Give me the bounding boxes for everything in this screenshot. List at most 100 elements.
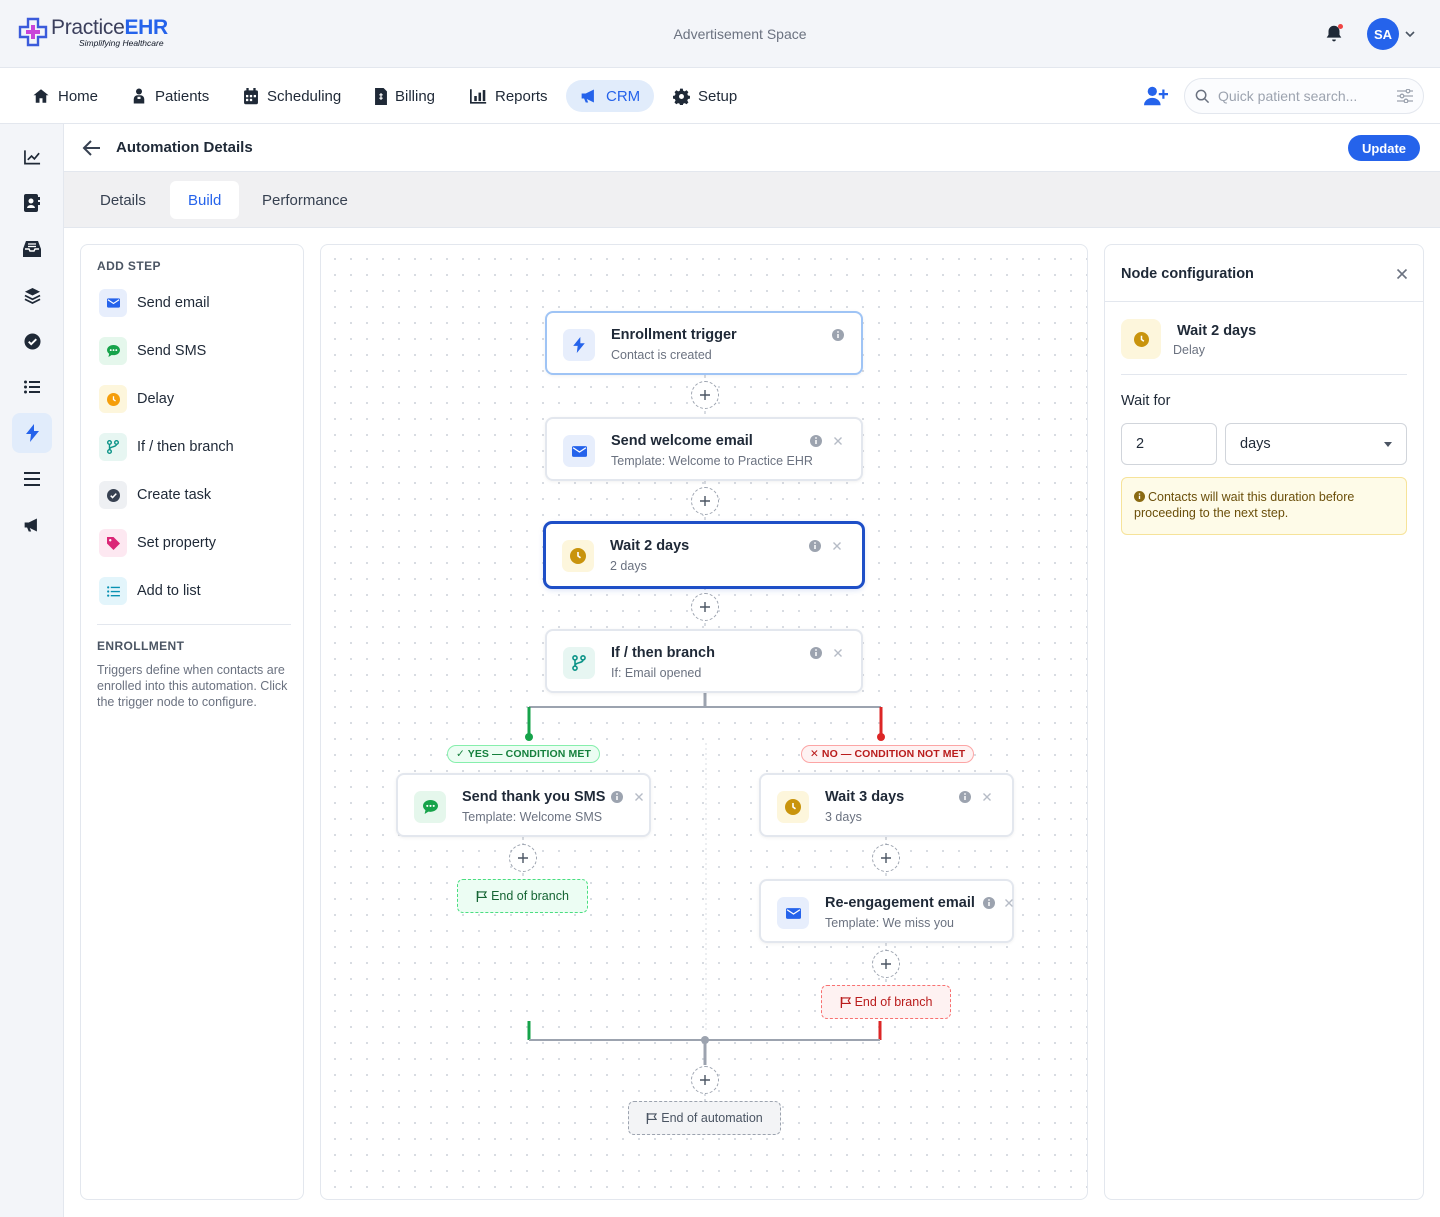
end-of-branch-yes: End of branch [457, 879, 588, 913]
close-icon[interactable] [980, 790, 994, 804]
plus-icon [700, 1075, 710, 1085]
info-icon[interactable] [809, 646, 823, 660]
wait-duration-input[interactable] [1121, 423, 1217, 465]
info-icon[interactable] [831, 328, 845, 342]
trigger-node[interactable]: Enrollment trigger Contact is created [545, 311, 863, 375]
user-avatar[interactable]: SA [1367, 18, 1399, 50]
list-icon [106, 585, 120, 597]
tab-build[interactable]: Build [170, 181, 240, 219]
re-engagement-email-node[interactable]: Re-engagement email Template: We miss yo… [759, 879, 1014, 943]
step-add-to-list[interactable]: Add to list [99, 575, 289, 607]
add-step-plus-button[interactable] [691, 381, 719, 409]
close-icon[interactable] [831, 434, 845, 448]
nav-setup[interactable]: Setup [659, 80, 751, 112]
filter-sliders-icon[interactable] [1397, 89, 1413, 103]
step-label: If / then branch [137, 439, 234, 455]
rail-menu[interactable] [12, 459, 52, 499]
rail-campaigns[interactable] [12, 505, 52, 545]
plus-icon [700, 602, 710, 612]
step-send-email[interactable]: Send email [99, 287, 289, 319]
step-branch[interactable]: If / then branch [99, 431, 289, 463]
selected-node-type: Delay [1173, 343, 1205, 357]
back-arrow-icon[interactable] [82, 138, 102, 158]
info-icon[interactable] [982, 896, 996, 910]
node-subtitle: Contact is created [611, 348, 712, 362]
if-then-branch-node[interactable]: If / then branch If: Email opened [545, 629, 863, 693]
delay-node-icon [1121, 319, 1161, 359]
tab-details[interactable]: Details [82, 181, 164, 219]
node-subtitle: If: Email opened [611, 666, 702, 680]
rail-inbox[interactable] [12, 229, 52, 269]
rail-contacts[interactable] [12, 183, 52, 223]
tab-performance[interactable]: Performance [244, 181, 366, 219]
home-icon [33, 89, 49, 103]
add-step-plus-button[interactable] [509, 844, 537, 872]
node-subtitle: 3 days [825, 810, 862, 824]
close-icon[interactable] [632, 790, 646, 804]
enrollment-heading: ENROLLMENT [97, 639, 185, 653]
step-label: Send SMS [137, 343, 207, 359]
add-step-plus-button[interactable] [691, 1066, 719, 1094]
step-label: Create task [137, 487, 212, 503]
step-set-property[interactable]: Set property [99, 527, 289, 559]
node-title: Send thank you SMS [462, 789, 606, 805]
unit-value: days [1240, 436, 1271, 452]
rail-tasks[interactable] [12, 321, 52, 361]
nav-billing[interactable]: Billing [361, 80, 449, 112]
update-button[interactable]: Update [1348, 135, 1420, 161]
wait-3-days-node[interactable]: Wait 3 days 3 days [759, 773, 1014, 837]
add-step-plus-button[interactable] [872, 844, 900, 872]
node-title: Re-engagement email [825, 895, 975, 911]
patient-icon [133, 88, 145, 104]
add-step-plus-button[interactable] [872, 950, 900, 978]
nav-scheduling[interactable]: Scheduling [229, 80, 355, 112]
search-input[interactable] [1218, 88, 1388, 104]
step-delay[interactable]: Delay [99, 383, 289, 415]
add-step-heading: ADD STEP [97, 259, 161, 273]
workflow-canvas[interactable]: Enrollment trigger Contact is created Se… [320, 244, 1088, 1200]
envelope-icon [785, 907, 801, 919]
info-icon[interactable] [808, 539, 822, 553]
wait-unit-select[interactable]: days [1225, 423, 1407, 465]
send-email-node[interactable]: Send welcome email Template: Welcome to … [545, 417, 863, 481]
notification-bell-icon[interactable] [1323, 23, 1345, 45]
flag-icon [840, 996, 851, 1008]
envelope-icon [571, 445, 587, 457]
nav-patients[interactable]: Patients [117, 80, 223, 112]
add-step-plus-button[interactable] [691, 487, 719, 515]
nav-crm[interactable]: CRM [566, 80, 655, 112]
nav-reports[interactable]: Reports [456, 80, 562, 112]
config-header: Node configuration [1105, 245, 1423, 302]
close-icon[interactable] [830, 539, 844, 553]
close-icon[interactable] [831, 646, 845, 660]
calendar-icon [244, 87, 258, 104]
rail-lists[interactable] [12, 367, 52, 407]
branch-icon [107, 440, 119, 454]
close-icon[interactable] [1002, 896, 1016, 910]
step-send-sms[interactable]: Send SMS [99, 335, 289, 367]
left-rail [0, 124, 64, 1217]
step-create-task[interactable]: Create task [99, 479, 289, 511]
chevron-down-icon[interactable] [1404, 28, 1416, 40]
close-icon[interactable] [1395, 267, 1409, 281]
wait-node-selected[interactable]: Wait 2 days 2 days [544, 522, 864, 588]
no-branch-label: ✕ NO — CONDITION NOT MET [801, 745, 975, 763]
delay-info-note: Contacts will wait this duration before … [1121, 477, 1407, 535]
envelope-icon [106, 298, 120, 308]
info-icon[interactable] [610, 790, 624, 804]
rail-layers[interactable] [12, 275, 52, 315]
nav-home[interactable]: Home [18, 80, 112, 112]
add-patient-icon[interactable] [1144, 85, 1168, 107]
end-label: End of branch [854, 995, 933, 1009]
info-icon[interactable] [958, 790, 972, 804]
info-icon[interactable] [809, 434, 823, 448]
rail-automations[interactable] [12, 413, 52, 453]
end-of-automation: End of automation [628, 1101, 781, 1135]
plus-icon [518, 853, 528, 863]
rail-analytics[interactable] [12, 137, 52, 177]
add-step-plus-button[interactable] [691, 593, 719, 621]
tab-bar: Details Build Performance [64, 172, 1440, 228]
sms-icon [422, 800, 438, 814]
send-sms-node[interactable]: Send thank you SMS Template: Welcome SMS [396, 773, 651, 837]
quick-patient-search[interactable] [1184, 78, 1424, 114]
